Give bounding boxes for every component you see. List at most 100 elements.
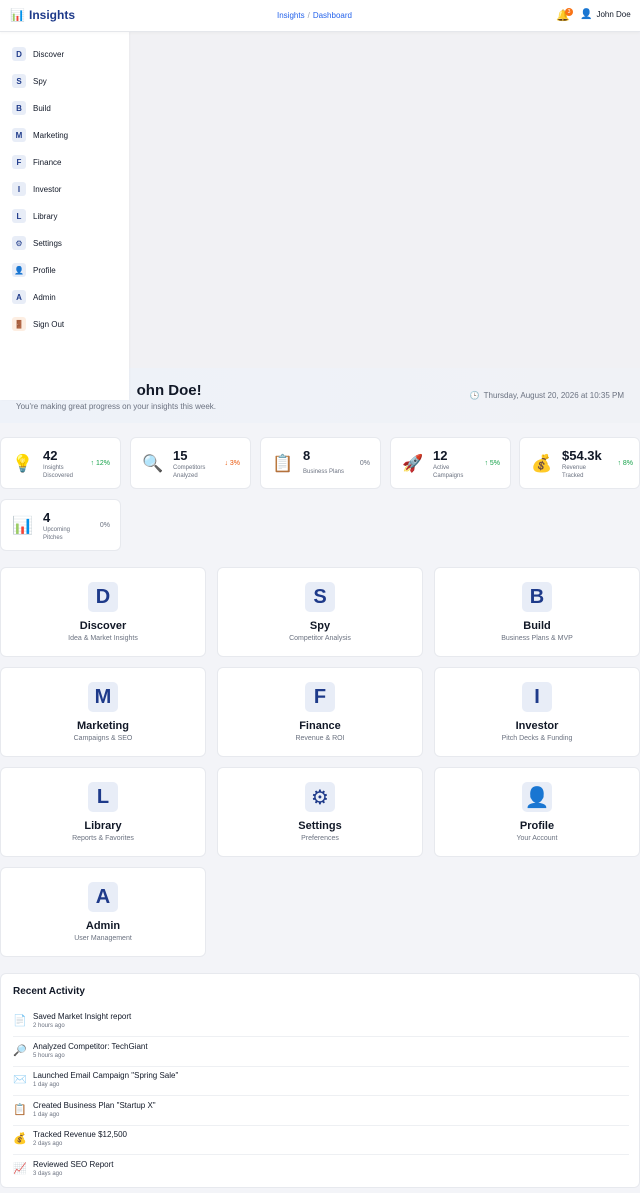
sidebar-item-label: Settings (33, 238, 62, 248)
recent-activity-title: Recent Activity (13, 986, 85, 997)
activity-item[interactable]: 📋 Created Business Plan "Startup X" 1 da… (13, 1097, 629, 1126)
stat-card-insights[interactable]: 💡 42 Insights Discovered ↑ 12% (0, 437, 121, 489)
stat-value: 42 (43, 448, 58, 463)
sidebar-item-label: Discover (33, 49, 65, 59)
bar-chart-icon: 📊 (12, 516, 34, 535)
sidebar-item-sign-out[interactable]: 🚪 Sign Out (12, 316, 64, 332)
feature-subtitle: Business Plans & MVP (501, 635, 573, 642)
feature-title: Settings (298, 820, 342, 832)
activity-item[interactable]: 📈 Reviewed SEO Report 3 days ago (13, 1156, 629, 1185)
feature-subtitle: Revenue & ROI (295, 735, 345, 742)
money-bag-icon: 💰 (531, 454, 553, 473)
sidebar-item-marketing[interactable]: M Marketing (12, 127, 68, 143)
breadcrumb-insights[interactable]: Insights (277, 11, 305, 20)
stat-value: 15 (173, 448, 188, 463)
activity-text: Reviewed SEO Report (33, 1160, 114, 1169)
user-name: John Doe (596, 10, 631, 19)
sidebar-item-admin[interactable]: A Admin (12, 289, 56, 305)
sidebar-item-investor[interactable]: I Investor (12, 181, 61, 197)
notification-badge: 3 (565, 8, 573, 16)
user-icon: 👤 (522, 782, 552, 812)
feature-subtitle: Competitor Analysis (289, 635, 351, 642)
library-icon: L (12, 209, 26, 223)
activity-time: 1 day ago (33, 1112, 60, 1118)
stat-label: Competitors Analyzed (173, 465, 206, 479)
clipboard-icon: 📋 (272, 454, 294, 473)
feature-card-build[interactable]: B Build Business Plans & MVP (434, 567, 640, 657)
activity-time: 1 day ago (33, 1082, 60, 1088)
feature-card-discover[interactable]: D Discover Idea & Market Insights (0, 567, 206, 657)
activity-text: Saved Market Insight report (33, 1012, 132, 1021)
stat-change: ↑ 5% (484, 460, 500, 467)
spy-icon: S (305, 582, 335, 612)
admin-icon: A (12, 290, 26, 304)
discover-icon: D (88, 582, 118, 612)
feature-title: Finance (299, 720, 341, 732)
feature-card-admin[interactable]: A Admin User Management (0, 867, 206, 957)
investor-icon: I (522, 682, 552, 712)
activity-time: 3 days ago (33, 1171, 63, 1177)
stat-change: ↑ 12% (90, 460, 110, 467)
sidebar-item-build[interactable]: B Build (12, 100, 51, 116)
chart-icon: 📊 (10, 8, 25, 22)
feature-title: Profile (519, 820, 555, 832)
lightbulb-icon: 💡 (12, 454, 34, 473)
sidebar-item-settings[interactable]: ⚙ Settings (12, 235, 62, 251)
marketing-icon: M (88, 682, 118, 712)
feature-card-investor[interactable]: I Investor Pitch Decks & Funding (434, 667, 640, 757)
feature-subtitle: Campaigns & SEO (73, 735, 133, 742)
sidebar-item-label: Investor (33, 184, 62, 194)
feature-card-finance[interactable]: F Finance Revenue & ROI (217, 667, 423, 757)
feature-title: Investor (515, 720, 559, 732)
stat-value: 12 (433, 448, 448, 463)
sidebar-item-label: Marketing (33, 130, 69, 140)
datetime-text: Thursday, August 20, 2026 at 10:35 PM (483, 391, 624, 400)
feature-title: Marketing (77, 720, 129, 732)
feature-card-profile[interactable]: 👤 Profile Your Account (434, 767, 640, 857)
stat-card-pitches[interactable]: 📊 4 Upcoming Pitches 0% (0, 499, 121, 551)
activity-time: 2 days ago (33, 1141, 63, 1147)
stat-value: $54.3k (562, 448, 602, 463)
sidebar: D Discover S Spy B Build M Marketing F F… (0, 32, 129, 400)
stat-card-revenue[interactable]: 💰 $54.3k Revenue Tracked ↑ 8% (519, 437, 640, 489)
user-menu[interactable]: 👤 John Doe (580, 9, 631, 20)
sidebar-item-label: Finance (33, 157, 62, 167)
feature-subtitle: Preferences (301, 835, 339, 842)
user-icon: 👤 (580, 9, 593, 20)
gear-icon: ⚙ (305, 782, 335, 812)
activity-time: 2 hours ago (33, 1023, 65, 1029)
feature-subtitle: User Management (74, 935, 132, 942)
feature-card-marketing[interactable]: M Marketing Campaigns & SEO (0, 667, 206, 757)
stat-card-competitors[interactable]: 🔍 15 Competitors Analyzed ↓ 3% (130, 437, 251, 489)
top-bar: 📊 Insights Insights / Dashboard 🔔 3 👤 Jo… (0, 0, 640, 32)
sidebar-item-library[interactable]: L Library (12, 208, 57, 224)
finance-icon: F (305, 682, 335, 712)
build-icon: B (12, 101, 26, 115)
activity-item[interactable]: 🔎 Analyzed Competitor: TechGiant 5 hours… (13, 1038, 629, 1067)
activity-item[interactable]: 💰 Tracked Revenue $12,500 2 days ago (13, 1126, 629, 1155)
stat-label: Active Campaigns (433, 465, 464, 479)
feature-subtitle: Idea & Market Insights (68, 635, 138, 642)
brand[interactable]: 📊 Insights (10, 8, 75, 22)
sidebar-item-discover[interactable]: D Discover (12, 46, 64, 62)
stat-change: 0% (99, 522, 110, 529)
stat-card-business-plans[interactable]: 📋 8 Business Plans 0% (260, 437, 381, 489)
activity-item[interactable]: ✉️ Launched Email Campaign "Spring Sale"… (13, 1067, 629, 1096)
stat-label: Upcoming Pitches (43, 527, 71, 541)
breadcrumb-dashboard[interactable]: Dashboard (313, 11, 352, 20)
feature-subtitle: Your Account (516, 835, 558, 842)
sidebar-item-spy[interactable]: S Spy (12, 73, 47, 89)
feature-card-library[interactable]: L Library Reports & Favorites (0, 767, 206, 857)
stat-value: 8 (303, 448, 311, 463)
stat-value: 4 (43, 510, 51, 525)
sidebar-item-finance[interactable]: F Finance (12, 154, 61, 170)
activity-item[interactable]: 📄 Saved Market Insight report 2 hours ag… (13, 1008, 629, 1037)
activity-text: Launched Email Campaign "Spring Sale" (33, 1071, 179, 1080)
library-icon: L (88, 782, 118, 812)
feature-card-spy[interactable]: S Spy Competitor Analysis (217, 567, 423, 657)
activity-text: Tracked Revenue $12,500 (33, 1130, 127, 1139)
stat-card-campaigns[interactable]: 🚀 12 Active Campaigns ↑ 5% (390, 437, 511, 489)
feature-card-settings[interactable]: ⚙ Settings Preferences (217, 767, 423, 857)
sidebar-item-label: Profile (33, 265, 56, 275)
sidebar-item-profile[interactable]: 👤 Profile (12, 262, 56, 278)
